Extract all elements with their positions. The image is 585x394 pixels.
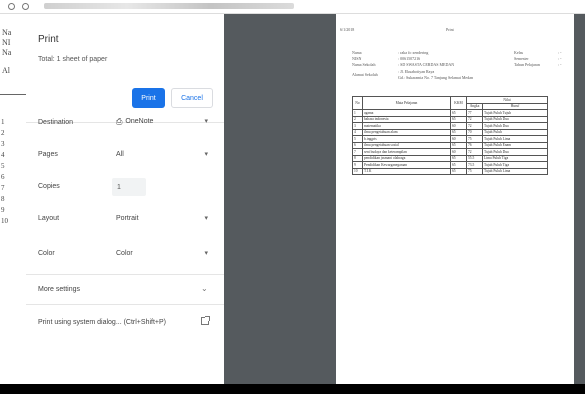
preview-background bbox=[224, 14, 336, 384]
cancel-button[interactable]: Cancel bbox=[171, 88, 213, 108]
layout-select[interactable]: Portrait ▾ bbox=[112, 210, 212, 228]
column-header: Mata Pelajaran bbox=[362, 96, 451, 110]
info-key: Kelas bbox=[514, 50, 524, 55]
underlying-text: Al bbox=[2, 66, 10, 75]
info-value: Gd.: Sukaramia No. 7 Tanjung Selamat Med… bbox=[398, 75, 473, 80]
browser-top-strip bbox=[0, 0, 585, 14]
sheet-date: 6/1/2018 bbox=[340, 27, 355, 32]
destination-label: Destination bbox=[38, 119, 74, 126]
chevron-down-icon: ▾ bbox=[204, 151, 208, 158]
system-dialog-link[interactable]: Print using system dialog... (Ctrl+Shift… bbox=[38, 319, 166, 326]
row-number: 5 bbox=[1, 162, 5, 170]
printer-icon: ⎙ bbox=[116, 116, 123, 126]
row-number: 1 bbox=[1, 118, 5, 126]
underlying-document: Na NI Na Al 1 2 3 4 5 6 7 8 9 10 bbox=[0, 14, 26, 384]
underlying-text: Na bbox=[2, 48, 12, 57]
back-icon[interactable] bbox=[8, 3, 15, 10]
table-cell-angka: 75 bbox=[466, 167, 483, 175]
table-cell-kkm: 65 bbox=[450, 167, 467, 175]
info-key: Semester bbox=[514, 56, 529, 61]
chevron-down-icon: ▾ bbox=[204, 215, 208, 222]
table-cell-mapel: T.I.K bbox=[362, 167, 451, 175]
pages-label: Pages bbox=[38, 151, 58, 158]
print-preview-sheet: 6/1/2018 Print Nama : raka fo xendering … bbox=[336, 14, 574, 384]
info-value: : 0061507216 bbox=[398, 56, 421, 61]
open-external-icon[interactable] bbox=[201, 316, 210, 325]
row-number: 9 bbox=[1, 206, 5, 214]
underlying-text: NI bbox=[2, 38, 11, 47]
column-header: No bbox=[352, 96, 363, 110]
address-bar[interactable] bbox=[44, 3, 294, 9]
divider bbox=[26, 304, 224, 305]
copies-input[interactable]: 1 bbox=[112, 178, 146, 196]
sheet-header: Print bbox=[446, 27, 454, 32]
row-number: 2 bbox=[1, 129, 5, 137]
row-number: 8 bbox=[1, 195, 5, 203]
color-label: Color bbox=[38, 250, 55, 257]
underlying-text: Na bbox=[2, 28, 12, 37]
preview-scroll-area[interactable] bbox=[574, 14, 585, 384]
dialog-title: Print bbox=[38, 34, 59, 45]
chevron-down-icon: ▾ bbox=[204, 118, 208, 125]
reload-icon[interactable] bbox=[22, 3, 29, 10]
row-number: 6 bbox=[1, 173, 5, 181]
row-number: 10 bbox=[1, 217, 8, 225]
pages-select[interactable]: All ▾ bbox=[112, 146, 212, 164]
column-header: KKM bbox=[450, 96, 467, 110]
copies-label: Copies bbox=[38, 183, 60, 190]
more-settings-toggle[interactable]: More settings bbox=[38, 286, 80, 293]
info-key: Alamat Sekolah bbox=[352, 72, 378, 77]
grades-table: No Mata Pelajaran KKM Nilai Angka Huruf … bbox=[352, 96, 548, 175]
info-key: Tahun Pelajaran bbox=[514, 62, 540, 67]
chevron-down-icon[interactable]: ⌄ bbox=[201, 284, 208, 293]
row-number: 4 bbox=[1, 151, 5, 159]
info-value: : - bbox=[558, 56, 562, 61]
layout-label: Layout bbox=[38, 215, 60, 222]
row-number: 7 bbox=[1, 184, 5, 192]
info-value: : - bbox=[558, 62, 562, 67]
destination-select[interactable]: ⎙ OneNote ▾ bbox=[112, 113, 212, 131]
print-button[interactable]: Print bbox=[132, 88, 165, 108]
color-select[interactable]: Color ▾ bbox=[112, 245, 212, 263]
info-value: : Jl. Ekuabotiyan Raya bbox=[398, 69, 435, 74]
table-cell-huruf: Tujuh Puluh Lima bbox=[482, 167, 548, 175]
divider bbox=[26, 274, 224, 275]
table-row: 10 T.I.K 65 75 Tujuh Puluh Lima bbox=[352, 167, 548, 175]
info-key: NISN bbox=[352, 56, 362, 61]
chevron-down-icon: ▾ bbox=[204, 250, 208, 257]
print-settings-panel: Print Total: 1 sheet of paper Print Canc… bbox=[26, 14, 224, 384]
info-value: : - bbox=[558, 50, 562, 55]
table-cell-no: 10 bbox=[352, 167, 363, 175]
info-value: : SD SWASTA CERDAS MEDAN bbox=[398, 62, 455, 67]
info-key: Nama bbox=[352, 50, 362, 55]
row-number: 3 bbox=[1, 140, 5, 148]
info-key: Nama Sekolah bbox=[352, 62, 376, 67]
sheet-total: Total: 1 sheet of paper bbox=[38, 56, 108, 63]
info-value: : raka fo xendering bbox=[398, 50, 429, 55]
